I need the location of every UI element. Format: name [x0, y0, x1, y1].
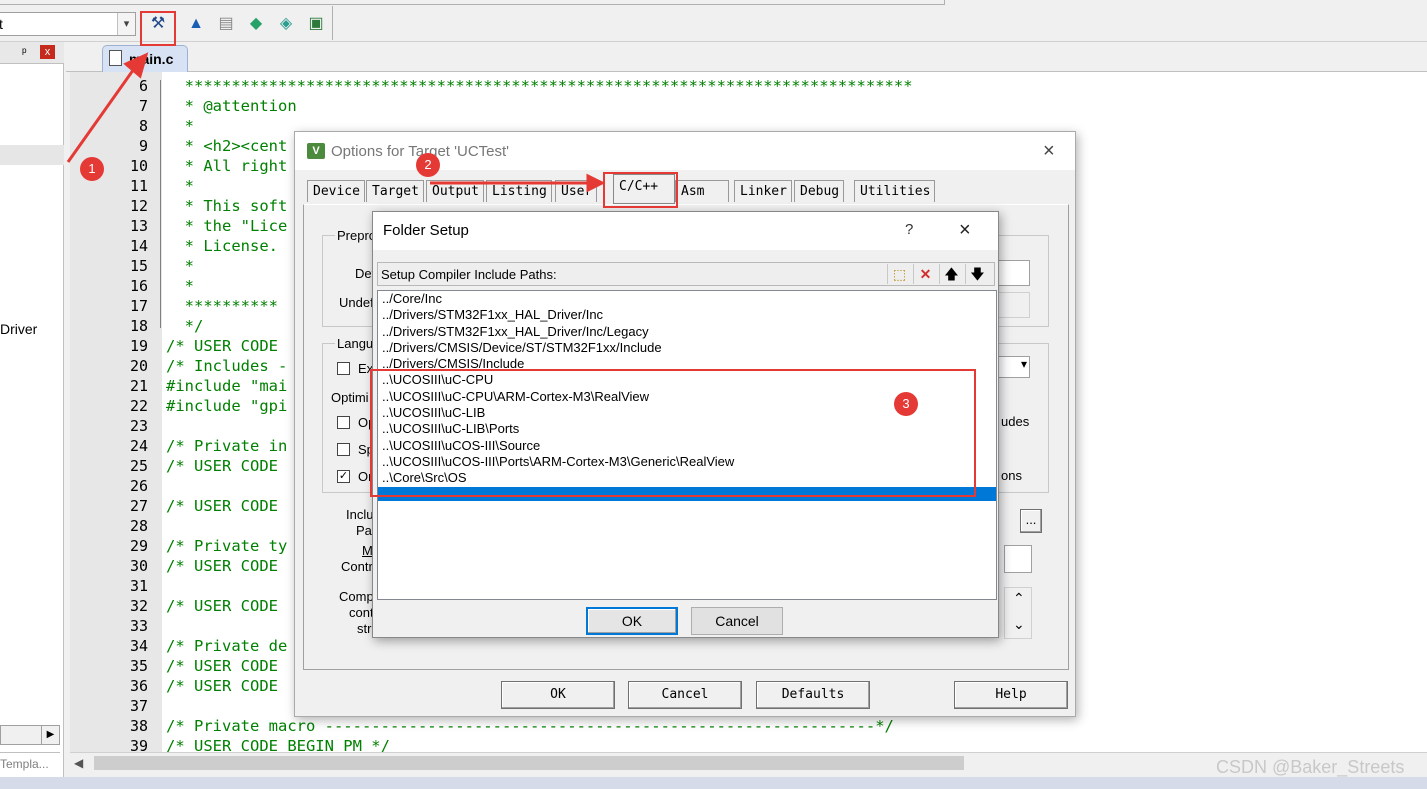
annotation-arrows: [66, 52, 606, 193]
arrow-1-head: [123, 52, 149, 79]
annotation-badge-2: 2: [416, 153, 440, 177]
arrow-2-head: [586, 173, 606, 193]
annotation-badge-3: 3: [894, 392, 918, 416]
watermark: CSDN @Baker_Streets: [1216, 757, 1405, 777]
arrow-1-line: [66, 65, 138, 163]
annotation-badge-1: 1: [80, 157, 104, 181]
